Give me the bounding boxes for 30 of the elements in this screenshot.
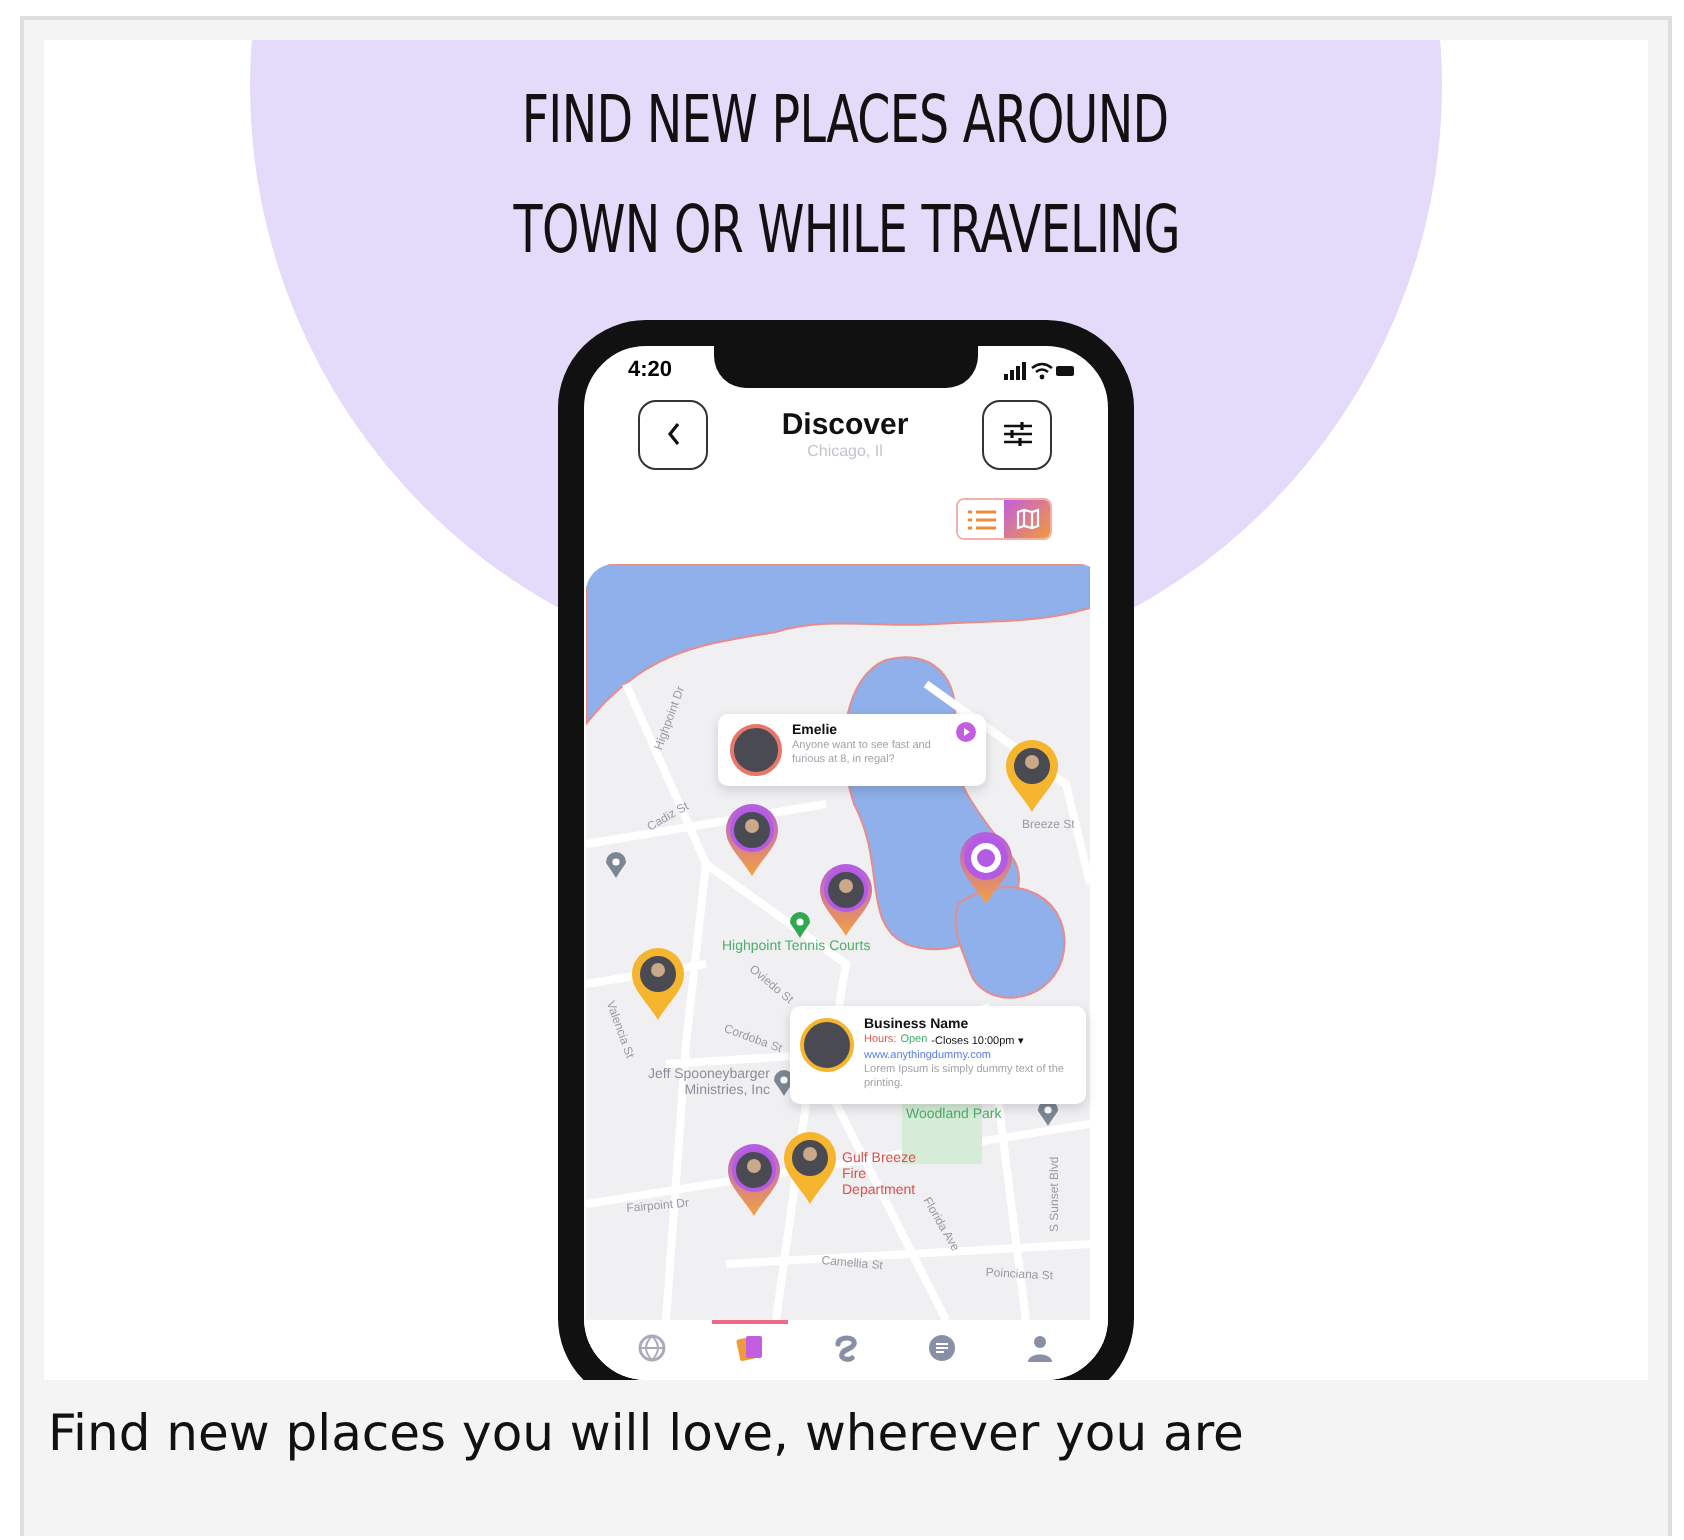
map-pin-icon[interactable] [726, 804, 778, 876]
avatar-photo [800, 1018, 854, 1072]
map-pin-icon[interactable] [820, 864, 872, 936]
headline: TOWN OR WHILE TRAVELING [512, 188, 1180, 272]
headline: FIND NEW PLACES AROUND [522, 78, 1170, 162]
list-icon [967, 509, 995, 529]
map-pin-icon[interactable] [960, 832, 1012, 904]
back-button[interactable] [638, 399, 708, 469]
status-time: 4:20 [628, 358, 673, 382]
map-pin-icon[interactable] [728, 1144, 780, 1216]
sliders-icon [1001, 420, 1033, 448]
person-icon [1025, 1334, 1054, 1362]
place-marker-icon [790, 912, 810, 938]
place-marker-icon [606, 852, 626, 878]
avatar-photo [730, 724, 782, 776]
play-icon[interactable] [956, 722, 976, 742]
map-pin-icon[interactable] [784, 1132, 836, 1204]
chat-icon [928, 1334, 957, 1362]
chevron-left-icon [665, 422, 681, 446]
caption-text: Find new places you will love, wherever you are [46, 1402, 1246, 1462]
map-pin-icon[interactable] [1006, 740, 1058, 812]
swirl-icon [831, 1334, 860, 1362]
cards-icon [735, 1334, 764, 1362]
globe-icon [638, 1334, 667, 1362]
status-icons [1004, 361, 1076, 379]
map-icon [1015, 508, 1039, 530]
screen-title: Discover [781, 408, 909, 442]
map-view-toggle[interactable] [1004, 500, 1050, 538]
map-pin-icon[interactable] [632, 948, 684, 1020]
filter-button[interactable] [982, 399, 1052, 469]
